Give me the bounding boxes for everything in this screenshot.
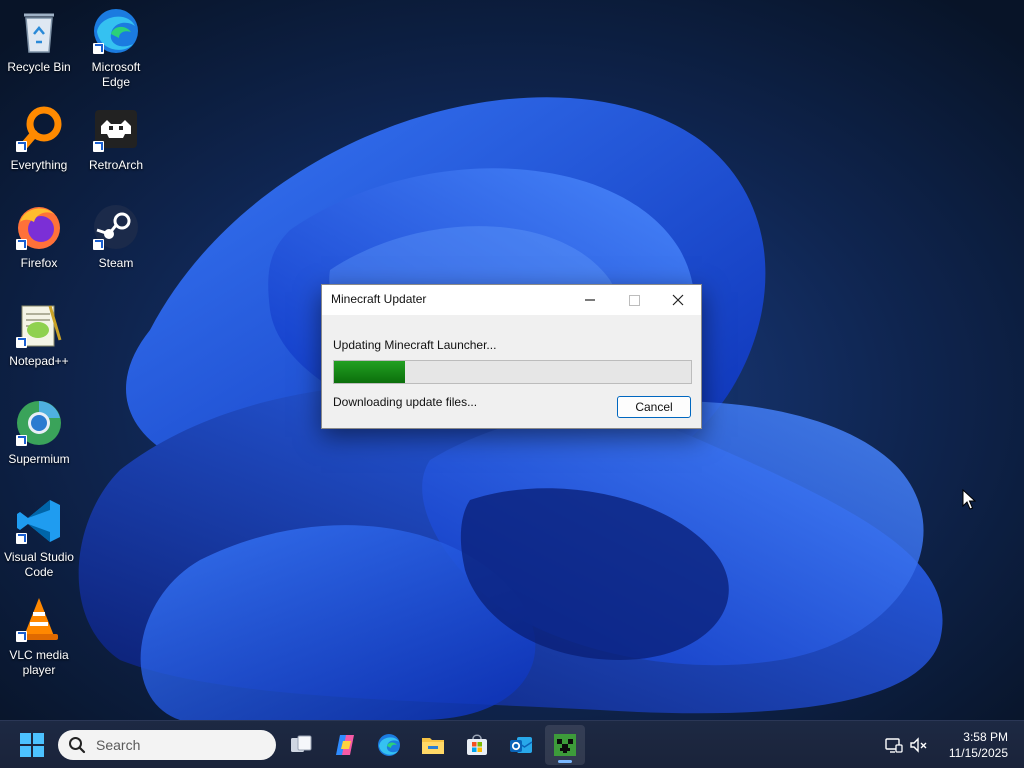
edge-icon — [91, 6, 141, 56]
taskbar-clock[interactable]: 3:58 PM 11/15/2025 — [930, 729, 1016, 761]
task-view-button[interactable] — [281, 725, 321, 765]
maximize-button[interactable] — [612, 285, 656, 315]
network-icon[interactable] — [884, 735, 904, 755]
desktop-icon-microsoft-edge[interactable]: Microsoft Edge — [77, 6, 155, 90]
minecraft-button[interactable] — [545, 725, 585, 765]
download-status-text: Downloading update files... — [333, 395, 478, 409]
desktop-icon-firefox[interactable]: Firefox — [0, 202, 78, 271]
edge-icon — [378, 734, 400, 756]
supermium-icon — [14, 398, 64, 448]
start-icon — [20, 733, 44, 757]
shortcut-arrow-icon — [16, 533, 27, 544]
recycle-bin-icon — [14, 6, 64, 56]
start-button[interactable] — [12, 725, 52, 765]
shortcut-arrow-icon — [93, 43, 104, 54]
microsoft-store-icon — [467, 734, 487, 755]
desktop-icon-notepad-plus-plus[interactable]: Notepad++ — [0, 300, 78, 369]
firefox-icon — [14, 202, 64, 252]
shortcut-arrow-icon — [16, 631, 27, 642]
progress-bar — [333, 360, 692, 384]
notepad-plus-plus-icon — [14, 300, 64, 350]
minimize-icon — [585, 299, 595, 301]
desktop-icon-label: Supermium — [8, 452, 70, 466]
desktop-icon-label: RetroArch — [88, 158, 144, 172]
desktop-icon-everything[interactable]: Everything — [0, 104, 78, 173]
update-status-text: Updating Minecraft Launcher... — [333, 338, 497, 352]
microsoft-store-button[interactable] — [457, 725, 497, 765]
taskbar-edge-button[interactable] — [369, 725, 409, 765]
close-icon — [672, 294, 684, 306]
desktop-icon-label: Recycle Bin — [7, 60, 71, 74]
window-titlebar[interactable]: Minecraft Updater — [322, 285, 701, 315]
desktop-icon-label: Notepad++ — [9, 354, 69, 368]
vlc-icon — [14, 594, 64, 644]
retroarch-icon — [91, 104, 141, 154]
copilot-icon — [336, 735, 354, 755]
desktop-icon-label: Everything — [10, 158, 68, 172]
outlook-icon — [510, 737, 533, 753]
clock-time: 3:58 PM — [963, 730, 1008, 744]
minimize-button[interactable] — [568, 285, 612, 315]
taskbar: Search 3:58 PM 11/15/2025 — [0, 720, 1024, 768]
mouse-cursor-icon — [962, 489, 976, 510]
shortcut-arrow-icon — [16, 435, 27, 446]
window-title: Minecraft Updater — [331, 292, 427, 306]
desktop-icon-steam[interactable]: Steam — [77, 202, 155, 271]
volume-muted-icon[interactable] — [909, 735, 929, 755]
search-placeholder: Search — [96, 737, 141, 753]
desktop-icon-label: Firefox — [20, 256, 58, 270]
desktop-icon-vscode[interactable]: Visual Studio Code — [0, 496, 78, 580]
taskbar-search-box[interactable]: Search — [58, 730, 276, 760]
shortcut-arrow-icon — [16, 337, 27, 348]
file-explorer-button[interactable] — [413, 725, 453, 765]
everything-search-icon — [14, 104, 64, 154]
maximize-icon — [628, 294, 640, 306]
desktop-icon-label: Microsoft Edge — [91, 60, 141, 89]
clock-date: 11/15/2025 — [948, 746, 1008, 760]
close-button[interactable] — [656, 285, 700, 315]
search-icon — [69, 737, 86, 754]
vscode-icon — [14, 496, 64, 546]
minecraft-icon — [554, 734, 576, 756]
steam-icon — [91, 202, 141, 252]
desktop-icon-vlc[interactable]: VLC media player — [0, 594, 78, 678]
minecraft-updater-window: Minecraft Updater Updating Minecraft Lau… — [321, 284, 702, 429]
file-explorer-icon — [422, 738, 444, 754]
shortcut-arrow-icon — [16, 141, 27, 152]
task-view-icon — [291, 735, 312, 752]
desktop-icon-supermium[interactable]: Supermium — [0, 398, 78, 467]
desktop-icon-recycle-bin[interactable]: Recycle Bin — [0, 6, 78, 75]
copilot-button[interactable] — [325, 725, 365, 765]
progress-bar-fill — [334, 361, 406, 383]
desktop-icon-retroarch[interactable]: RetroArch — [77, 104, 155, 173]
desktop-icon-label: VLC media player — [9, 648, 69, 677]
cancel-button[interactable]: Cancel — [617, 396, 691, 418]
shortcut-arrow-icon — [93, 141, 104, 152]
shortcut-arrow-icon — [93, 239, 104, 250]
outlook-button[interactable] — [501, 725, 541, 765]
desktop-icon-label: Steam — [98, 256, 134, 270]
desktop-icon-label: Visual Studio Code — [4, 550, 74, 579]
shortcut-arrow-icon — [16, 239, 27, 250]
